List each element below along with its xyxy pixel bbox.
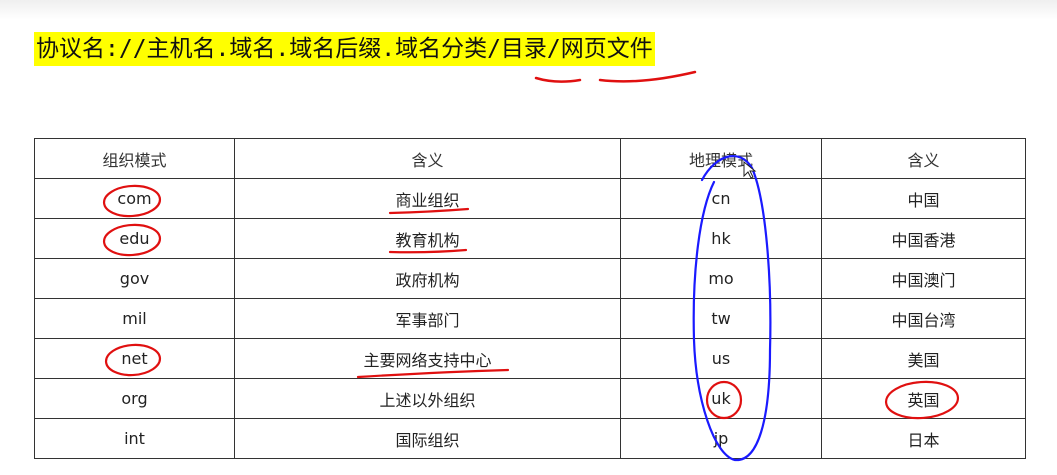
geo-code-cell: mo: [620, 258, 822, 299]
geo-code-cell: jp: [620, 418, 822, 459]
org-meaning-cell: 主要网络支持中心: [234, 338, 621, 379]
table-row: edu 教育机构 hk 中国香港: [34, 218, 1026, 259]
table-row: net 主要网络支持中心 us 美国: [34, 338, 1026, 379]
org-meaning-cell: 国际组织: [234, 418, 621, 459]
org-code-cell: edu: [34, 218, 235, 259]
org-code-cell: com: [34, 178, 235, 219]
geo-meaning-cell: 中国澳门: [821, 258, 1026, 299]
org-code-cell: gov: [34, 258, 235, 299]
geo-code-cell: tw: [620, 298, 822, 339]
org-code-cell: org: [34, 378, 235, 419]
red-underline-directory: [534, 76, 582, 83]
geo-code-cell: cn: [620, 178, 822, 219]
geo-meaning-cell: 中国香港: [821, 218, 1026, 259]
table-row: com 商业组织 cn 中国: [34, 178, 1026, 219]
header-meaning-geo: 含义: [821, 138, 1026, 179]
table-row: int 国际组织 jp 日本: [34, 418, 1026, 459]
org-meaning-cell: 政府机构: [234, 258, 621, 299]
org-code-cell: net: [34, 338, 235, 379]
org-meaning-cell: 上述以外组织: [234, 378, 621, 419]
geo-meaning-cell: 英国: [821, 378, 1026, 419]
org-meaning-cell: 军事部门: [234, 298, 621, 339]
table-row: mil 军事部门 tw 中国台湾: [34, 298, 1026, 339]
domain-table: 组织模式 含义 地理模式 含义 com 商业组织 cn 中国 edu 教育机构 …: [34, 138, 1026, 459]
geo-meaning-cell: 中国: [821, 178, 1026, 219]
org-meaning-cell: 商业组织: [234, 178, 621, 219]
red-underline-webfile: [598, 70, 697, 83]
geo-meaning-cell: 美国: [821, 338, 1026, 379]
geo-code-cell: us: [620, 338, 822, 379]
geo-code-cell: uk: [620, 378, 822, 419]
header-org-mode: 组织模式: [34, 138, 235, 179]
header-meaning-org: 含义: [234, 138, 621, 179]
org-code-cell: int: [34, 418, 235, 459]
table-row: gov 政府机构 mo 中国澳门: [34, 258, 1026, 299]
header-geo-mode: 地理模式: [620, 138, 822, 179]
geo-meaning-cell: 中国台湾: [821, 298, 1026, 339]
org-code-cell: mil: [34, 298, 235, 339]
table-header-row: 组织模式 含义 地理模式 含义: [34, 138, 1026, 179]
geo-meaning-cell: 日本: [821, 418, 1026, 459]
geo-code-cell: hk: [620, 218, 822, 259]
org-meaning-cell: 教育机构: [234, 218, 621, 259]
url-pattern-text: 协议名://主机名.域名.域名后缀.域名分类/目录/网页文件: [34, 32, 655, 66]
table-row: org 上述以外组织 uk 英国: [34, 378, 1026, 419]
